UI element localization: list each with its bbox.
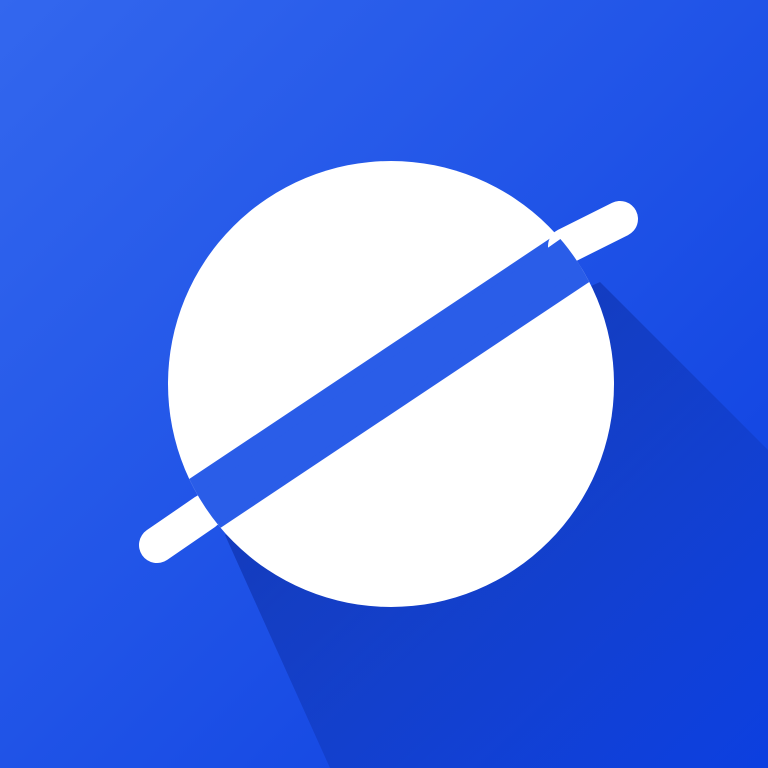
ring-right-end (548, 201, 638, 264)
planet-logo-icon (0, 0, 768, 768)
app-icon (0, 0, 768, 768)
